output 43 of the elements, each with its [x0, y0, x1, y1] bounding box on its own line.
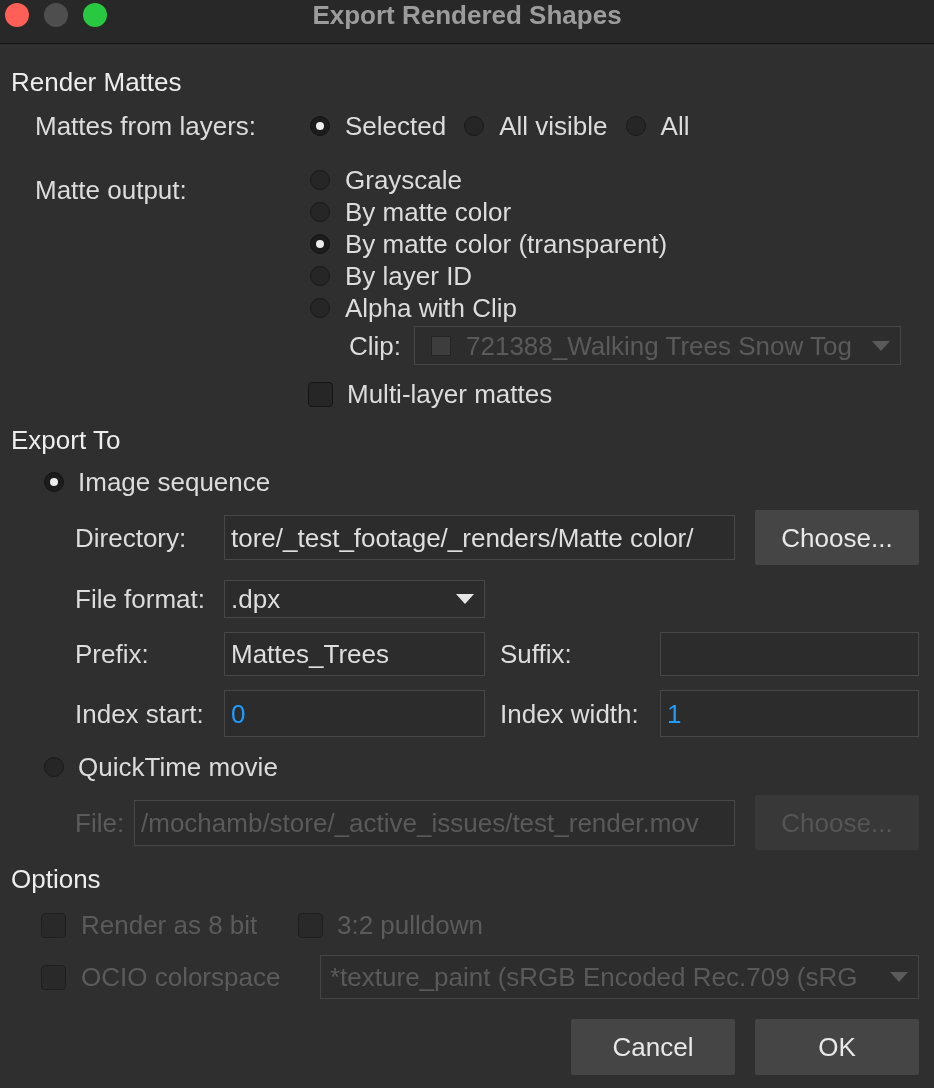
zoom-button[interactable]	[83, 3, 107, 27]
option-label: Alpha with Clip	[345, 292, 517, 324]
field-label: Matte output:	[35, 174, 188, 206]
option-label: By matte color	[345, 196, 512, 228]
option-label: QuickTime movie	[78, 751, 278, 783]
option-label: By matte color (transparent)	[345, 228, 668, 260]
caret-icon	[456, 594, 474, 604]
radio-button[interactable]	[310, 234, 330, 254]
suffix-field[interactable]	[660, 632, 919, 676]
section-heading: Export To	[11, 424, 121, 456]
field-label: File format:	[75, 583, 207, 615]
option-label: Image sequence	[78, 466, 271, 498]
checkbox[interactable]	[308, 381, 333, 407]
index-start-field[interactable]: 0	[224, 690, 485, 737]
radio-button[interactable]	[44, 472, 64, 492]
option-label: All	[660, 110, 690, 142]
checkbox-label: Multi-layer mattes	[347, 378, 553, 410]
field-label: Prefix:	[75, 638, 150, 670]
field-label: Clip:	[349, 329, 401, 362]
option-label: Grayscale	[345, 164, 463, 196]
radio-button[interactable]	[310, 116, 330, 136]
clip-swatch-icon	[431, 335, 451, 356]
field-label: Directory:	[75, 521, 188, 554]
directory-field[interactable]: tore/_test_footage/_renders/Matte color/	[224, 515, 735, 560]
caret-icon	[890, 972, 908, 982]
index-width-field[interactable]: 1	[660, 690, 919, 737]
field-label: Mattes from layers:	[35, 110, 258, 142]
caret-icon	[872, 340, 890, 351]
file-format-dropdown[interactable]: .dpx	[224, 580, 485, 618]
section-heading: Options	[11, 863, 101, 895]
option-label: All visible	[499, 110, 608, 142]
option-label: By layer ID	[345, 260, 473, 292]
field-label: Index width:	[500, 697, 640, 730]
field-label: Index start:	[75, 697, 205, 730]
close-button[interactable]	[5, 3, 29, 27]
window-title: Export Rendered Shapes	[312, 0, 622, 31]
prefix-field[interactable]: Mattes_Trees	[224, 632, 485, 676]
option-label: Selected	[345, 110, 447, 142]
cancel-button[interactable]: Cancel	[571, 1019, 735, 1075]
ok-button[interactable]: OK	[755, 1019, 919, 1075]
choose-button[interactable]: Choose...	[755, 510, 919, 565]
field-label: Suffix:	[500, 638, 573, 670]
section-heading: Render Mattes	[11, 66, 182, 98]
